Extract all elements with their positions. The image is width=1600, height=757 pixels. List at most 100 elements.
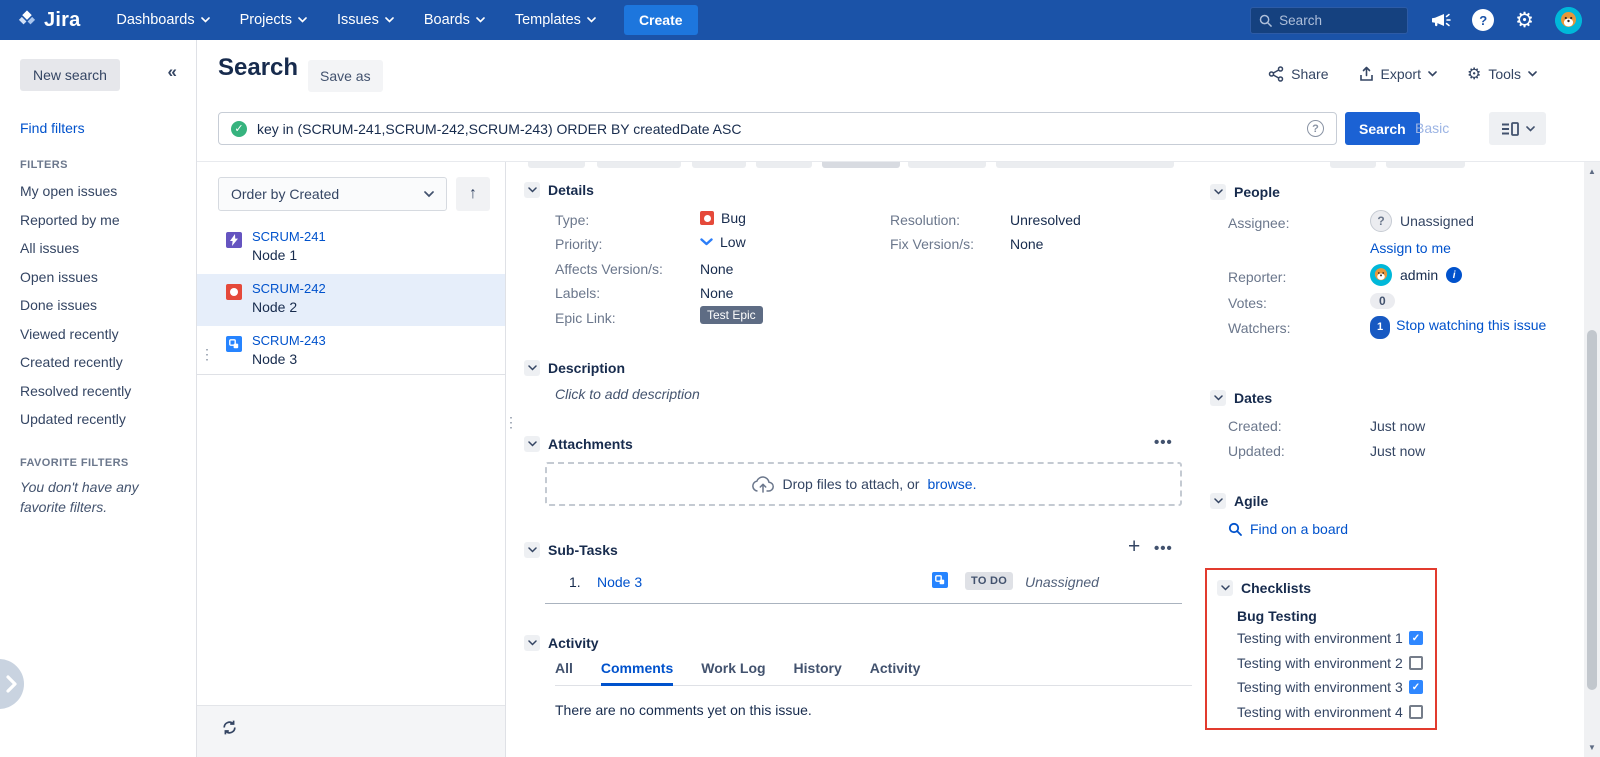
checkbox-environment-2[interactable] — [1409, 656, 1423, 670]
issue-key-link[interactable]: SCRUM-242 — [252, 281, 326, 296]
browse-link[interactable]: browse. — [927, 476, 976, 492]
tab-work-log[interactable]: Work Log — [701, 660, 765, 676]
tab-history[interactable]: History — [794, 660, 842, 676]
sort-direction-button[interactable]: ↑ — [456, 177, 490, 211]
nav-dashboards[interactable]: Dashboards — [116, 12, 209, 28]
subtask-link[interactable]: Node 3 — [597, 574, 642, 590]
collapse-details-icon[interactable] — [524, 182, 540, 198]
checklist-item-3: Testing with environment 3 — [1237, 679, 1423, 695]
refresh-icon[interactable] — [221, 719, 238, 736]
sidebar-item-resolved-recently[interactable]: Resolved recently — [20, 383, 131, 399]
attachment-dropzone[interactable]: Drop files to attach, or browse. — [545, 462, 1182, 506]
details-section-header: Details — [524, 182, 594, 198]
collapse-agile-icon[interactable] — [1210, 493, 1226, 509]
scrollbar-thumb[interactable] — [1587, 330, 1597, 690]
checkbox-environment-3[interactable] — [1409, 680, 1423, 694]
votes-value: 0 — [1370, 293, 1395, 309]
tools-button[interactable]: ⚙ Tools — [1467, 66, 1537, 82]
export-button[interactable]: Export — [1359, 66, 1437, 82]
stop-watching-link[interactable]: Stop watching this issue — [1396, 317, 1546, 333]
votes-label: Votes: — [1228, 295, 1267, 311]
find-filters-link[interactable]: Find filters — [20, 120, 85, 136]
collapse-subtasks-icon[interactable] — [524, 542, 540, 558]
reporter-info-icon[interactable]: i — [1446, 267, 1462, 283]
add-subtask-icon[interactable]: + — [1128, 536, 1140, 557]
search-icon — [1259, 14, 1272, 27]
type-label: Type: — [555, 212, 589, 228]
issue-row-scrum-241[interactable]: SCRUM-241 Node 1 — [197, 222, 505, 274]
share-button[interactable]: Share — [1268, 66, 1328, 82]
sidebar-item-my-open-issues[interactable]: My open issues — [20, 183, 131, 199]
scroll-up-icon[interactable]: ▲ — [1584, 167, 1600, 176]
announcements-icon[interactable] — [1429, 10, 1451, 30]
chevron-down-icon — [1428, 71, 1437, 77]
issue-row-scrum-242[interactable]: SCRUM-242 Node 2 — [197, 274, 505, 326]
sidebar-item-open-issues[interactable]: Open issues — [20, 269, 131, 285]
scroll-down-icon[interactable]: ▼ — [1584, 743, 1600, 752]
help-icon[interactable]: ? — [1472, 9, 1494, 31]
layout-switcher-button[interactable] — [1489, 112, 1546, 145]
find-on-board-link[interactable]: Find on a board — [1250, 521, 1348, 537]
nav-projects[interactable]: Projects — [240, 12, 307, 28]
sidebar-item-updated-recently[interactable]: Updated recently — [20, 411, 131, 427]
subtask-issue-type-icon — [932, 572, 948, 588]
priority-value: Low — [700, 234, 746, 250]
checklist-item-1: Testing with environment 1 — [1237, 630, 1423, 646]
assign-to-me-link[interactable]: Assign to me — [1370, 240, 1451, 256]
issue-key-link[interactable]: SCRUM-243 — [252, 333, 326, 348]
export-icon — [1359, 66, 1374, 82]
collapse-sidebar-icon[interactable]: « — [168, 62, 177, 82]
watchers-value: 1Stop watching this issue — [1370, 315, 1550, 339]
nav-boards[interactable]: Boards — [424, 12, 485, 28]
order-by-select[interactable]: Order by Created — [218, 177, 447, 211]
jira-logo[interactable]: Jira — [16, 9, 80, 32]
sidebar-resize-handle[interactable]: ⋮ — [200, 347, 214, 361]
primary-nav: Dashboards Projects Issues Boards Templa… — [116, 12, 596, 28]
checkbox-environment-4[interactable] — [1409, 705, 1423, 719]
collapse-activity-icon[interactable] — [524, 635, 540, 651]
reporter-avatar[interactable] — [1370, 264, 1392, 286]
issue-row-scrum-243[interactable]: SCRUM-243 Node 3 — [197, 326, 505, 378]
nav-issues[interactable]: Issues — [337, 12, 394, 28]
global-search-input[interactable]: Search — [1250, 7, 1408, 34]
description-placeholder[interactable]: Click to add description — [555, 386, 700, 402]
collapse-attachments-icon[interactable] — [524, 436, 540, 452]
sidebar-item-created-recently[interactable]: Created recently — [20, 354, 131, 370]
collapse-dates-icon[interactable] — [1210, 390, 1226, 406]
people-section-header: People — [1210, 184, 1280, 200]
sidebar-item-done-issues[interactable]: Done issues — [20, 297, 131, 313]
sidebar-item-reported-by-me[interactable]: Reported by me — [20, 212, 131, 228]
sidebar-item-all-issues[interactable]: All issues — [20, 240, 131, 256]
tab-all[interactable]: All — [555, 660, 573, 676]
sidebar-item-viewed-recently[interactable]: Viewed recently — [20, 326, 131, 342]
vertical-scrollbar[interactable]: ▲ ▼ — [1584, 162, 1600, 757]
search-button[interactable]: Search — [1345, 112, 1420, 145]
chevron-down-icon — [476, 17, 485, 23]
collapse-checklists-icon[interactable] — [1217, 580, 1233, 596]
votes-count-badge[interactable]: 0 — [1370, 293, 1395, 309]
epic-badge[interactable]: Test Epic — [700, 306, 763, 324]
basic-mode-link[interactable]: Basic — [1415, 120, 1449, 136]
favorite-filters-heading: FAVORITE FILTERS — [20, 457, 129, 469]
create-button[interactable]: Create — [624, 5, 698, 35]
assignee-label: Assignee: — [1228, 215, 1289, 231]
settings-gear-icon[interactable]: ⚙ — [1515, 10, 1534, 31]
top-navigation-bar: Jira Dashboards Projects Issues Boards T… — [0, 0, 1600, 40]
issue-key-link[interactable]: SCRUM-241 — [252, 229, 326, 244]
chevron-down-icon — [298, 17, 307, 23]
collapse-description-icon[interactable] — [524, 360, 540, 376]
user-avatar[interactable] — [1555, 7, 1582, 34]
new-search-button[interactable]: New search — [20, 59, 120, 91]
issue-detail-panel: Details Type: Bug Priority: Low Affects … — [506, 162, 1584, 757]
jql-help-icon[interactable]: ? — [1307, 120, 1324, 137]
panel-resize-handle[interactable]: ⋮ — [504, 415, 518, 429]
save-as-button[interactable]: Save as — [308, 60, 383, 92]
jql-search-input[interactable]: ✓ key in (SCRUM-241,SCRUM-242,SCRUM-243)… — [218, 112, 1337, 145]
nav-templates[interactable]: Templates — [515, 12, 596, 28]
tab-activity[interactable]: Activity — [870, 660, 921, 676]
tab-comments[interactable]: Comments — [601, 660, 673, 676]
subtasks-more-icon[interactable]: ••• — [1154, 540, 1173, 557]
attachments-more-icon[interactable]: ••• — [1154, 434, 1173, 451]
checkbox-environment-1[interactable] — [1409, 631, 1423, 645]
collapse-people-icon[interactable] — [1210, 184, 1226, 200]
